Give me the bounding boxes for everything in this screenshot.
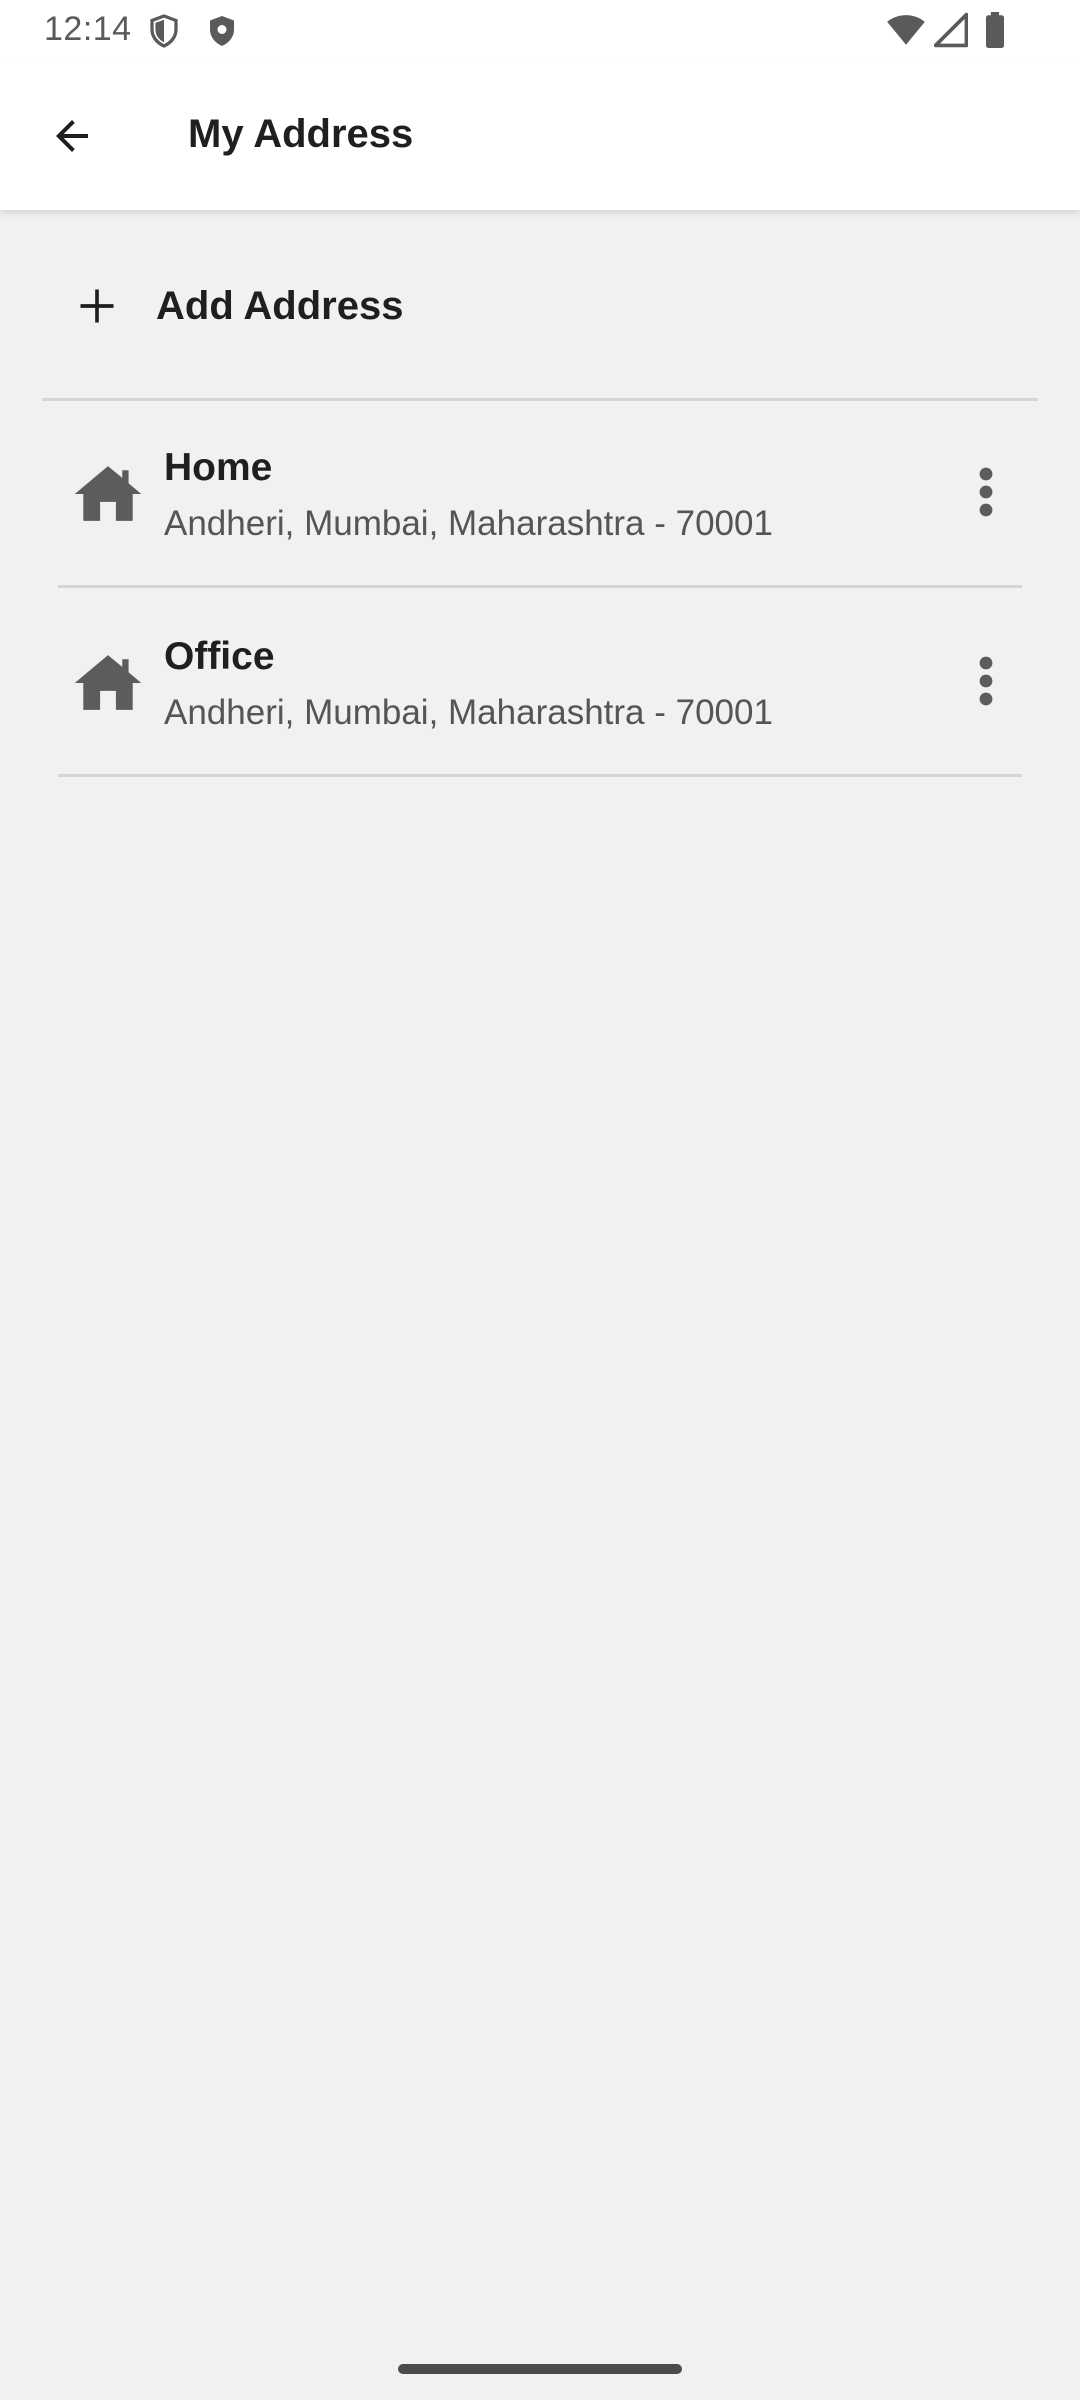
address-name: Home (164, 446, 273, 489)
add-address-button[interactable]: Add Address (42, 250, 1038, 362)
back-button[interactable] (36, 102, 108, 174)
home-icon (70, 645, 146, 721)
shield-filled-icon (204, 12, 240, 55)
navigation-handle[interactable] (398, 2364, 682, 2374)
signal-icon (933, 12, 969, 53)
more-options-button[interactable] (954, 454, 1018, 534)
divider (58, 774, 1022, 777)
status-time: 12:14 (44, 10, 132, 48)
shield-outline-icon (146, 12, 182, 55)
more-options-button[interactable] (954, 643, 1018, 723)
plus-icon (42, 250, 152, 362)
arrow-back-icon (48, 112, 96, 165)
battery-icon (984, 12, 1006, 53)
address-name: Office (164, 635, 275, 678)
address-line: Andheri, Mumbai, Maharashtra - 70001 (164, 693, 773, 732)
more-vertical-icon (978, 466, 994, 523)
home-icon (70, 456, 146, 532)
more-vertical-icon (978, 655, 994, 712)
add-address-label: Add Address (156, 283, 404, 328)
address-item-home[interactable]: Home Andheri, Mumbai, Maharashtra - 7000… (58, 400, 1022, 588)
address-line: Andheri, Mumbai, Maharashtra - 70001 (164, 504, 773, 543)
app-bar: My Address (0, 62, 1080, 210)
page-title: My Address (188, 112, 414, 156)
address-item-office[interactable]: Office Andheri, Mumbai, Maharashtra - 70… (58, 589, 1022, 777)
divider (58, 585, 1022, 588)
wifi-icon (886, 12, 926, 53)
status-bar: 12:14 (0, 0, 1080, 62)
